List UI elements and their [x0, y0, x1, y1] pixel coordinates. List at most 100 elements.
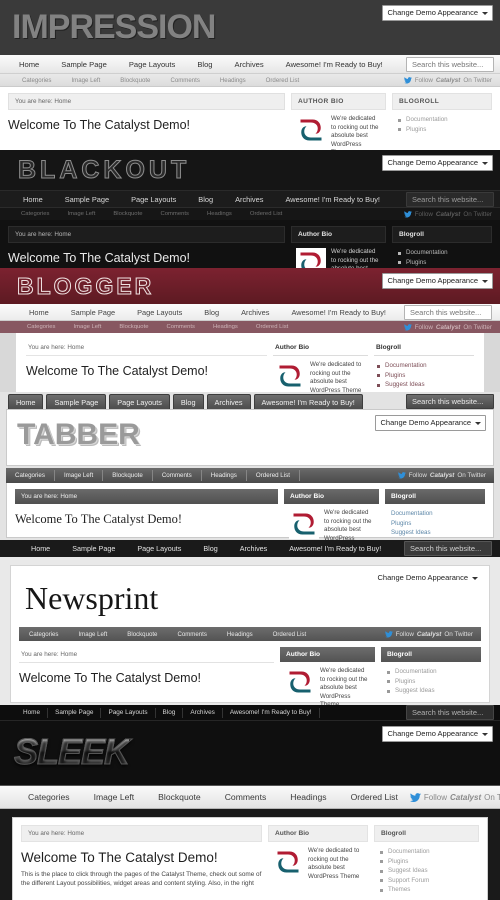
nav-buy[interactable]: Awesome! I'm Ready to Buy! [280, 308, 397, 317]
nav-page-layouts[interactable]: Page Layouts [101, 707, 156, 718]
list-item[interactable]: Themes [380, 885, 473, 895]
tab-home[interactable]: Home [8, 393, 44, 410]
nav-blog[interactable]: Blog [156, 707, 184, 718]
list-item[interactable]: Suggest Ideas [387, 686, 475, 696]
nav-sample-page[interactable]: Sample Page [61, 544, 126, 553]
subnav-image-left[interactable]: Image Left [59, 211, 105, 217]
subnav-blockquote[interactable]: Blockquote [104, 211, 151, 217]
nav-page-layouts[interactable]: Page Layouts [120, 195, 187, 204]
subnav-headings[interactable]: Headings [202, 470, 247, 481]
subnav-ordered-list[interactable]: Ordered List [247, 470, 300, 481]
subnav-comments[interactable]: Comments [152, 211, 198, 217]
subnav-categories[interactable]: Categories [19, 631, 68, 638]
tab-archives[interactable]: Archives [206, 393, 251, 410]
nav-buy[interactable]: Awesome! I'm Ready to Buy! [278, 544, 392, 553]
nav-archives[interactable]: Archives [230, 308, 280, 317]
subnav-comments[interactable]: Comments [158, 324, 204, 330]
appearance-dropdown-wrap[interactable]: Change Demo Appearance [381, 5, 493, 21]
subnav-ordered-list[interactable]: Ordered List [241, 211, 291, 217]
tab-page-layouts[interactable]: Page Layouts [109, 393, 170, 410]
search-input[interactable]: Search this website... [406, 705, 494, 720]
subnav-headings[interactable]: Headings [217, 631, 263, 638]
subnav-categories[interactable]: Categories [16, 792, 82, 802]
list-item[interactable]: Plugins [398, 258, 486, 268]
nav-archives[interactable]: Archives [224, 195, 274, 204]
primary-nav[interactable]: Home Sample Page Page Layouts Blog Archi… [0, 191, 500, 208]
primary-nav[interactable]: Home Sample Page Page Layouts Blog Archi… [0, 540, 500, 557]
list-item[interactable]: Documentation [377, 361, 468, 371]
subnav-image-left[interactable]: Image Left [68, 631, 117, 638]
tab-buy[interactable]: Awesome! I'm Ready to Buy! [253, 393, 363, 410]
secondary-nav[interactable]: Categories Image Left Blockquote Comment… [0, 321, 500, 333]
list-item[interactable]: Plugins [380, 857, 473, 867]
nav-sample-page[interactable]: Sample Page [48, 707, 102, 718]
change-demo-appearance-dropdown[interactable]: Change Demo Appearance [381, 273, 493, 289]
list-item[interactable]: Documentation [380, 847, 473, 857]
subnav-comments[interactable]: Comments [167, 631, 216, 638]
change-demo-appearance-dropdown[interactable]: Change Demo Appearance [372, 571, 482, 585]
subnav-blockquote[interactable]: Blockquote [146, 792, 213, 802]
subnav-categories[interactable]: Categories [6, 470, 55, 481]
search-input[interactable]: Search this website... [404, 304, 492, 320]
nav-blog[interactable]: Blog [187, 195, 224, 204]
list-item[interactable]: Suggest Ideas [377, 380, 468, 390]
search-input[interactable]: Search this website... [404, 541, 492, 556]
list-item[interactable]: Plugins [387, 677, 475, 687]
subnav-comments[interactable]: Comments [213, 792, 279, 802]
tab-sample-page[interactable]: Sample Page [46, 393, 107, 410]
nav-buy[interactable]: Awesome! I'm Ready to Buy! [274, 195, 391, 204]
subnav-headings[interactable]: Headings [198, 211, 241, 217]
nav-sample-page[interactable]: Sample Page [50, 60, 118, 69]
list-item[interactable]: Support Forum [380, 876, 473, 886]
twitter-follow-link[interactable]: Follow Catalyst On Twitter [403, 211, 500, 218]
change-demo-appearance-dropdown[interactable]: Change Demo Appearance [381, 5, 493, 21]
twitter-follow-link[interactable]: Follow Catalyst On Twitter [409, 793, 500, 802]
nav-sample-page[interactable]: Sample Page [54, 195, 120, 204]
subnav-comments[interactable]: Comments [153, 470, 202, 481]
nav-blog[interactable]: Blog [192, 544, 228, 553]
nav-archives[interactable]: Archives [183, 707, 223, 718]
list-item[interactable]: Documentation [398, 115, 486, 125]
nav-home[interactable]: Home [16, 707, 49, 718]
subnav-categories[interactable]: Categories [12, 77, 61, 84]
search-input[interactable]: Search this website... [406, 394, 494, 409]
search-input[interactable]: Search this website... [406, 56, 494, 72]
subnav-image-left[interactable]: Image Left [82, 792, 147, 802]
tab-blog[interactable]: Blog [172, 393, 204, 410]
secondary-nav[interactable]: Categories Image Left Blockquote Comment… [0, 74, 500, 87]
subnav-image-left[interactable]: Image Left [55, 470, 104, 481]
list-item[interactable]: Documentation [398, 248, 486, 258]
primary-nav[interactable]: Home Sample Page Page Layouts Blog Archi… [0, 55, 500, 74]
twitter-follow-link[interactable]: Follow Catalyst On Twitter [403, 77, 500, 84]
subnav-headings[interactable]: Headings [204, 324, 247, 330]
subnav-categories[interactable]: Categories [18, 324, 65, 330]
appearance-dropdown-wrap[interactable]: Change Demo Appearance [381, 726, 493, 742]
list-item[interactable]: Suggest Ideas [380, 866, 473, 876]
secondary-nav[interactable]: Categories Image Left Blockquote Comment… [19, 627, 481, 641]
subnav-image-left[interactable]: Image Left [61, 77, 110, 84]
twitter-follow-link[interactable]: Follow Catalyst On Twitter [397, 472, 494, 479]
list-item[interactable]: Plugins [377, 371, 468, 381]
subnav-ordered-list[interactable]: Ordered List [263, 631, 317, 638]
nav-home[interactable]: Home [20, 544, 61, 553]
appearance-dropdown-wrap[interactable]: Change Demo Appearance [374, 415, 486, 431]
change-demo-appearance-dropdown[interactable]: Change Demo Appearance [381, 726, 493, 742]
list-item[interactable]: Documentation [387, 667, 475, 677]
list-item[interactable]: Plugins [398, 125, 486, 135]
list-item[interactable]: Plugins [391, 519, 479, 529]
twitter-follow-link[interactable]: Follow Catalyst On Twitter [403, 324, 500, 331]
nav-blog[interactable]: Blog [186, 60, 223, 69]
change-demo-appearance-dropdown[interactable]: Change Demo Appearance [381, 155, 493, 171]
appearance-dropdown-wrap[interactable]: Change Demo Appearance [372, 571, 482, 585]
secondary-nav[interactable]: Categories Image Left Blockquote Comment… [6, 468, 494, 483]
change-demo-appearance-dropdown[interactable]: Change Demo Appearance [374, 415, 486, 431]
nav-archives[interactable]: Archives [229, 544, 279, 553]
appearance-dropdown-wrap[interactable]: Change Demo Appearance [381, 273, 493, 289]
nav-page-layouts[interactable]: Page Layouts [126, 308, 193, 317]
nav-sample-page[interactable]: Sample Page [60, 308, 126, 317]
subnav-headings[interactable]: Headings [278, 792, 338, 802]
nav-buy[interactable]: Awesome! I'm Ready to Buy! [275, 60, 394, 69]
subnav-blockquote[interactable]: Blockquote [110, 324, 157, 330]
primary-nav[interactable]: Home Sample Page Page Layouts Blog Archi… [0, 705, 500, 721]
list-item[interactable]: Documentation [391, 509, 479, 519]
